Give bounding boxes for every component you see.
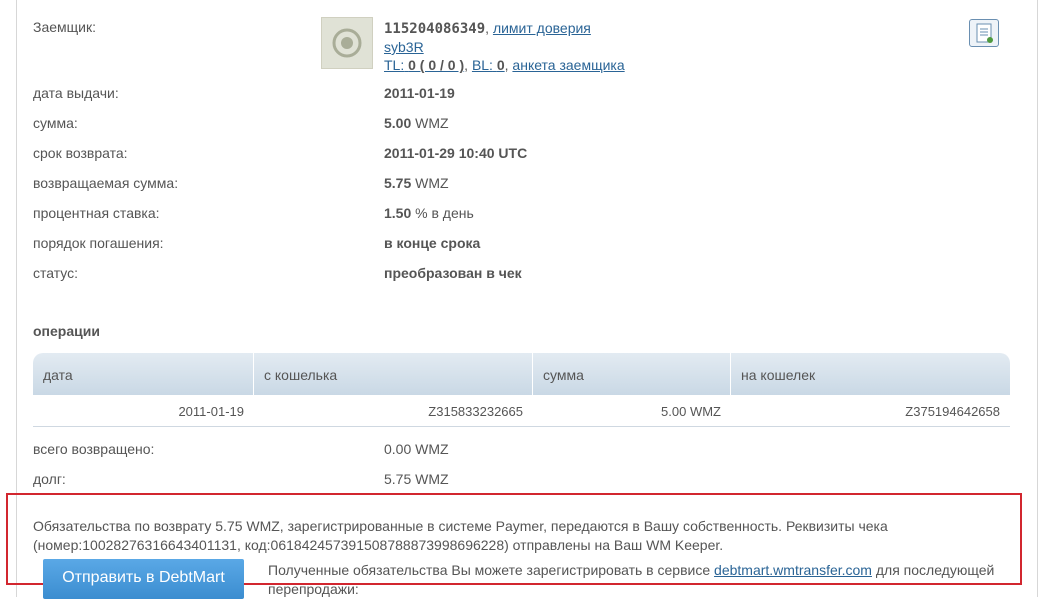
trust-limit-link[interactable]: лимит доверия <box>493 20 591 36</box>
detail-value: в конце срока <box>384 235 481 251</box>
detail-label: порядок погашения: <box>33 235 164 251</box>
tl-prefix: TL: <box>384 57 405 73</box>
document-icon-glyph <box>976 23 993 43</box>
detail-value: 2011-01-19 <box>384 85 455 101</box>
detail-unit: WMZ <box>415 175 449 191</box>
document-icon[interactable] <box>969 19 999 47</box>
detail-label: сумма: <box>33 115 78 131</box>
borrower-wmid: 115204086349 <box>384 21 486 37</box>
detail-value: 5.75 <box>384 175 412 191</box>
detail-label: процентная ставка: <box>33 205 160 221</box>
total-returned-value: 0.00 WMZ <box>384 441 449 457</box>
detail-value-row: преобразован в чек <box>384 265 522 281</box>
detail-value: 5.00 <box>384 115 412 131</box>
detail-value-row: 2011-01-19 <box>384 85 455 101</box>
detail-label: дата выдачи: <box>33 85 119 101</box>
debt-value: 5.75 WMZ <box>384 471 449 487</box>
detail-value: 1.50 <box>384 205 412 221</box>
borrower-nick-link[interactable]: syb3R <box>384 39 424 55</box>
cell-amount: 5.00 WMZ <box>661 404 721 419</box>
detail-value-row: 2011-01-29 10:40 UTC <box>384 145 527 161</box>
cell-to-purse: Z375194642658 <box>905 404 1000 419</box>
borrower-profile-link[interactable]: анкета заемщика <box>512 57 624 73</box>
tl-value: 0 ( 0 / 0 ) <box>408 57 465 73</box>
borrower-avatar <box>321 17 373 69</box>
detail-label: срок возврата: <box>33 145 128 161</box>
avatar-icon <box>332 28 362 58</box>
detail-value: преобразован в чек <box>384 265 522 281</box>
column-header-date: дата <box>33 353 254 395</box>
detail-value-row: 1.50 % в день <box>384 205 474 221</box>
send-to-debtmart-button[interactable]: Отправить в DebtMart <box>43 559 244 599</box>
cell-from-purse: Z315833232665 <box>428 404 523 419</box>
table-row: 2011-01-19 Z315833232665 5.00 WMZ Z37519… <box>33 397 1010 427</box>
bl-link[interactable]: BL: 0 <box>472 57 505 73</box>
detail-value-row: 5.00 WMZ <box>384 115 449 131</box>
operations-title: операции <box>33 323 100 339</box>
operations-table-header: дата с кошелька сумма на кошелек <box>33 353 1010 395</box>
cell-date: 2011-01-19 <box>178 404 244 419</box>
detail-unit: % в день <box>415 205 474 221</box>
register-text: Полученные обязательства Вы можете зарег… <box>268 561 1008 599</box>
bl-prefix: BL: <box>471 57 493 73</box>
borrower-label: Заемщик: <box>33 19 97 35</box>
borrower-info: 115204086349, лимит доверия syb3R TL: 0 … <box>384 19 625 74</box>
column-header-from-purse: с кошелька <box>254 353 533 395</box>
detail-value-row: в конце срока <box>384 235 480 251</box>
debt-label: долг: <box>33 471 66 487</box>
column-header-to-purse: на кошелек <box>741 367 816 383</box>
bl-value: 0 <box>496 57 505 73</box>
detail-value-row: 5.75 WMZ <box>384 175 449 191</box>
column-header-amount: сумма <box>533 353 731 395</box>
register-prefix: Полученные обязательства Вы можете зарег… <box>268 562 711 578</box>
detail-unit: WMZ <box>415 115 449 131</box>
notice-text: Обязательства по возврату 5.75 WMZ, заре… <box>33 518 888 553</box>
total-returned-label: всего возвращено: <box>33 441 155 457</box>
separator: , <box>485 20 493 36</box>
detail-value: 2011-01-29 10:40 UTC <box>384 145 528 161</box>
detail-label: статус: <box>33 265 79 281</box>
tl-link[interactable]: TL: 0 ( 0 / 0 ) <box>384 57 464 73</box>
debtmart-link[interactable]: debtmart.wmtransfer.com <box>714 562 872 578</box>
detail-label: возвращаемая сумма: <box>33 175 179 191</box>
separator: , <box>464 57 472 73</box>
